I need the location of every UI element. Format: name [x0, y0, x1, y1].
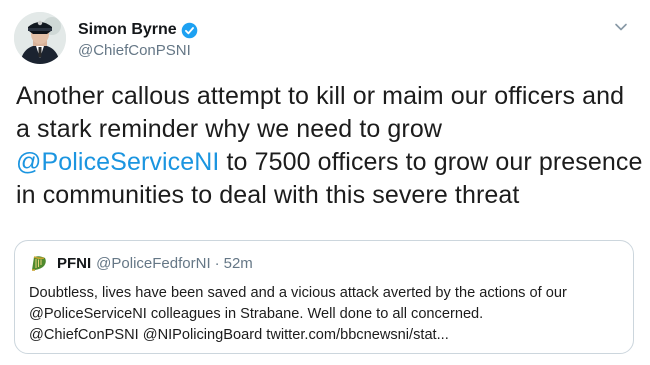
author-info: Simon Byrne @ChiefConPSNI: [78, 20, 198, 59]
avatar-image: [14, 12, 66, 64]
quoted-timestamp[interactable]: 52m: [224, 255, 253, 272]
quoted-text-line: @ChiefConPSNI @NIPolicingBoard twitter.c…: [29, 327, 449, 343]
tweet-text-line: @PoliceServiceNI to 7500 officers to gro…: [16, 146, 643, 179]
tweet-text-line: a stark reminder why we need to grow: [16, 115, 443, 143]
quoted-tweet-card[interactable]: PFNI @PoliceFedforNI · 52m Doubtless, li…: [14, 240, 634, 354]
tweet-text-line: in communities to deal with this severe …: [16, 181, 520, 209]
verified-badge-icon: [181, 22, 197, 38]
quoted-separator: ·: [214, 254, 220, 272]
quoted-text-line: Doubtless, lives have been saved and a v…: [29, 285, 567, 301]
author-handle[interactable]: @ChiefConPSNI: [78, 42, 198, 59]
quoted-display-name[interactable]: PFNI: [57, 255, 91, 272]
tweet-card: Simon Byrne @ChiefConPSNI Another callou…: [0, 0, 650, 365]
quoted-text-line: @PoliceServiceNI colleagues in Strabane.…: [29, 306, 484, 322]
harp-logo-icon: [32, 256, 46, 271]
mention-link[interactable]: @PoliceServiceNI: [16, 148, 219, 176]
chevron-down-icon[interactable]: [614, 20, 628, 34]
author-name-row: Simon Byrne: [78, 20, 198, 40]
quoted-handle[interactable]: @PoliceFedforNI: [96, 255, 210, 272]
quoted-tweet-text: Doubtless, lives have been saved and a v…: [29, 283, 629, 346]
author-display-name[interactable]: Simon Byrne: [78, 21, 177, 39]
author-avatar[interactable]: [14, 12, 66, 64]
tweet-text: Another callous attempt to kill or maim …: [16, 80, 643, 212]
tweet-text-fragment: to 7500 officers to grow our presence: [219, 148, 643, 176]
tweet-text-line: Another callous attempt to kill or maim …: [16, 82, 625, 110]
quoted-tweet-header: PFNI @PoliceFedforNI · 52m: [29, 254, 253, 272]
